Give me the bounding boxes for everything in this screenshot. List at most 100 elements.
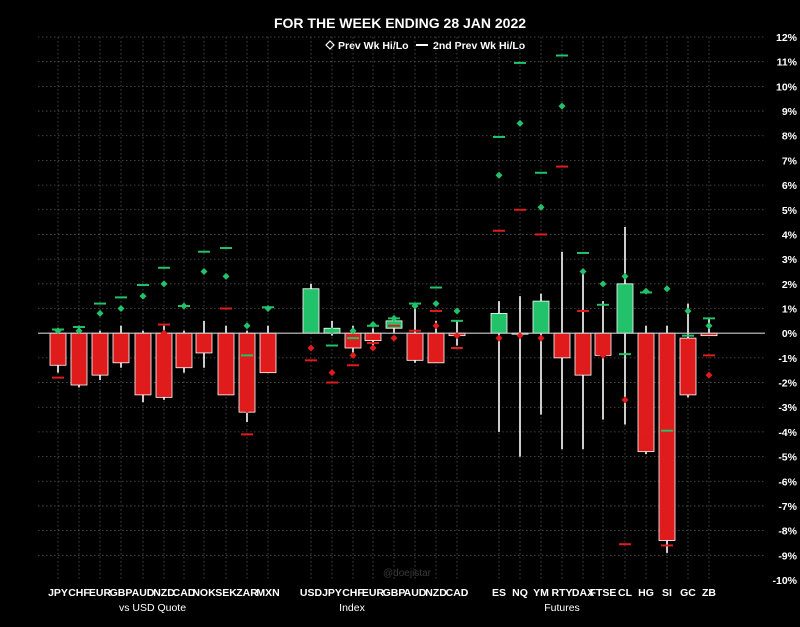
x-tick-label: CL xyxy=(618,587,633,599)
watermark: @doejistar xyxy=(383,568,432,579)
legend-label: 2nd Prev Wk Hi/Lo xyxy=(433,40,525,52)
x-tick-label: SEK xyxy=(215,587,237,599)
grid xyxy=(38,36,765,580)
prev-high-diamond xyxy=(495,171,503,179)
candle-bodies xyxy=(49,283,718,541)
candle-body xyxy=(217,332,235,396)
prev-low-diamond xyxy=(390,334,398,342)
candle-body xyxy=(364,332,382,341)
x-tick-label: SI xyxy=(662,587,672,599)
x-tick-label: CHF xyxy=(68,587,90,599)
x-tick-label: CAD xyxy=(446,587,469,599)
prev-high-diamond xyxy=(558,102,566,110)
x-tick-label: ZB xyxy=(702,587,716,599)
x-tick-label: GBP xyxy=(110,587,133,599)
group-labels: vs USD Quote Index Futures xyxy=(119,602,580,614)
candle-body xyxy=(91,332,109,376)
prev-high-diamond xyxy=(663,285,671,293)
y-tick-label: -2% xyxy=(778,378,797,390)
y-tick-label: 0% xyxy=(782,328,798,340)
hi-lo-markers xyxy=(52,54,715,547)
y-tick-label: 8% xyxy=(782,131,798,143)
prev-high-diamond xyxy=(705,322,713,330)
y-tick-label: -10% xyxy=(772,575,797,587)
prev-low-diamond xyxy=(495,334,503,342)
y-tick-label: 3% xyxy=(782,254,798,266)
candle-body xyxy=(385,320,403,329)
x-tick-label: NQ xyxy=(512,587,528,599)
prev-high-diamond xyxy=(599,280,607,288)
group-label: Index xyxy=(339,602,365,614)
y-tick-label: -9% xyxy=(778,550,797,562)
y-tick-label: 5% xyxy=(782,205,798,217)
x-tick-label: EUR xyxy=(89,587,112,599)
prev-high-diamond xyxy=(579,267,587,275)
y-axis: -10% -9% -8% -7% -6% -5% -4% -3% -2% -1% 0% 1% 2% 3% 4… xyxy=(772,32,797,587)
chart-title: FOR THE WEEK ENDING 28 JAN 2022 xyxy=(274,15,526,31)
x-tick-label: GC xyxy=(680,587,696,599)
y-tick-label: 10% xyxy=(776,81,798,93)
prev-high-diamond xyxy=(264,305,272,312)
x-tick-label: HG xyxy=(638,587,654,599)
y-tick-label: 1% xyxy=(782,304,798,316)
prev-high-diamond xyxy=(621,272,629,280)
prev-low-diamond xyxy=(537,334,545,342)
x-tick-label: FTSE xyxy=(590,587,617,599)
prev-high-diamond xyxy=(432,300,440,308)
x-tick-label: JPY xyxy=(48,587,68,599)
y-tick-label: 2% xyxy=(782,279,798,291)
x-tick-label: GBP xyxy=(383,587,406,599)
candle-body xyxy=(344,332,362,349)
x-axis: JPY CHF EURGBP AUDNZDCADNOK SEK ZARMXN USD JPY C… xyxy=(48,587,716,599)
y-tick-label: -8% xyxy=(778,526,797,538)
x-tick-label: AUD xyxy=(404,587,427,599)
prev-high-diamond xyxy=(96,309,104,317)
prev-low-diamond xyxy=(432,322,440,330)
prev-high-diamond xyxy=(642,287,650,295)
prev-low-diamond xyxy=(369,344,377,352)
candle-body xyxy=(490,313,508,334)
candle-body xyxy=(616,283,634,334)
candle-body xyxy=(637,332,655,453)
x-tick-label: MXN xyxy=(256,587,279,599)
candle-body xyxy=(238,332,256,413)
legend-marker-diamond xyxy=(325,40,335,50)
x-tick-label: RTY xyxy=(552,587,573,599)
y-tick-label: -4% xyxy=(778,427,797,439)
y-tick-label: -6% xyxy=(778,476,797,488)
prev-high-diamond xyxy=(222,272,230,280)
candle-body xyxy=(532,300,550,334)
y-tick-label: -5% xyxy=(778,452,797,464)
x-tick-label: JPY xyxy=(322,587,342,599)
prev-high-diamond xyxy=(369,321,377,329)
prev-low-diamond xyxy=(328,369,336,377)
y-tick-label: 12% xyxy=(776,32,798,44)
x-tick-label: ES xyxy=(492,587,506,599)
x-tick-label: USD xyxy=(300,587,323,599)
prev-high-diamond xyxy=(139,292,147,300)
prev-high-diamond xyxy=(160,280,168,288)
prev-low-diamond xyxy=(705,371,713,379)
group-label: Futures xyxy=(544,602,580,614)
legend: Prev Wk Hi/Lo 2nd Prev Wk Hi/Lo xyxy=(325,40,525,52)
candle-body xyxy=(70,332,88,386)
x-tick-label: ZAR xyxy=(236,587,258,599)
y-tick-label: -3% xyxy=(778,402,797,414)
y-tick-label: 11% xyxy=(777,57,798,69)
prev-high-diamond xyxy=(117,305,125,312)
x-tick-label: EUR xyxy=(362,587,385,599)
y-tick-label: -7% xyxy=(778,501,797,513)
chart-container: FOR THE WEEK ENDING 28 JAN 2022 Prev Wk … xyxy=(0,0,800,622)
y-tick-label: 6% xyxy=(782,180,798,192)
y-tick-label: -1% xyxy=(778,353,797,365)
candlestick-chart: FOR THE WEEK ENDING 28 JAN 2022 Prev Wk … xyxy=(38,15,798,614)
prev-high-diamond xyxy=(200,267,208,275)
y-tick-label: 9% xyxy=(782,106,798,118)
prev-low-diamond xyxy=(307,344,315,352)
x-tick-label: AUD xyxy=(132,587,155,599)
prev-high-diamond xyxy=(243,322,251,330)
prev-high-diamond xyxy=(516,119,524,127)
y-tick-label: 4% xyxy=(782,229,798,241)
group-label: vs USD Quote xyxy=(119,602,186,614)
candle-body xyxy=(658,332,676,541)
